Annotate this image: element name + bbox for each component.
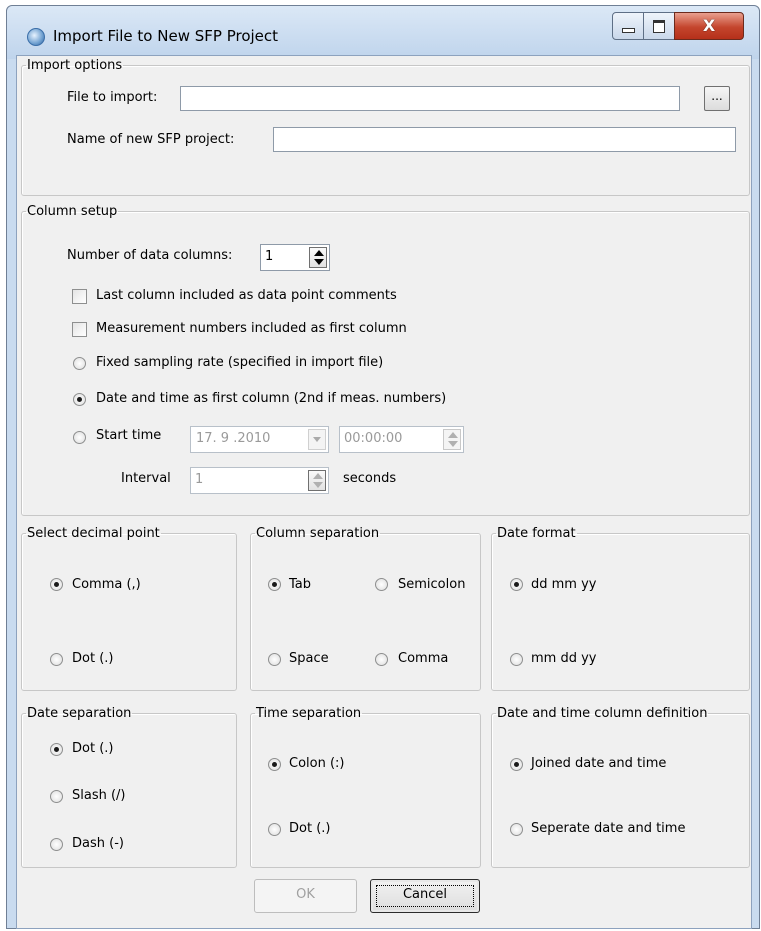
column-setup-legend: Column setup (27, 204, 118, 219)
date-time-first-label: Date and time as first column (2nd if me… (96, 391, 447, 406)
num-columns-value: 1 (265, 249, 274, 264)
date-sep-dash-label: Dash (-) (72, 836, 124, 851)
fixed-rate-radio[interactable] (73, 357, 86, 370)
joined-date-time-radio[interactable] (510, 758, 523, 771)
date-format-ddmmyy-radio[interactable] (510, 578, 523, 591)
date-format-mmddyy-label: mm dd yy (531, 651, 597, 666)
separator-semicolon-label: Semicolon (398, 577, 466, 592)
decimal-comma-radio[interactable] (50, 578, 63, 591)
import-options-legend: Import options (27, 58, 123, 73)
browse-button[interactable]: ... (704, 86, 730, 111)
start-time-value: 00:00:00 (344, 431, 403, 446)
date-format-legend: Date format (497, 526, 576, 541)
date-time-first-radio[interactable] (73, 393, 86, 406)
ok-button-label: OK (296, 887, 315, 902)
separate-date-time-label: Seperate date and time (531, 821, 686, 836)
time-separation-legend: Time separation (256, 706, 362, 721)
start-time-radio[interactable] (73, 431, 86, 444)
date-time-column-group: Date and time column definition (491, 706, 750, 868)
minimize-button[interactable] (612, 12, 644, 40)
date-format-mmddyy-radio[interactable] (510, 653, 523, 666)
cancel-button-label: Cancel (402, 887, 448, 902)
fixed-rate-label: Fixed sampling rate (specified in import… (96, 355, 384, 370)
separator-comma-radio[interactable] (375, 653, 388, 666)
decimal-point-legend: Select decimal point (27, 526, 160, 541)
num-columns-spinner[interactable]: 1 (260, 244, 330, 271)
decimal-dot-label: Dot (.) (72, 651, 114, 666)
chevron-down-icon[interactable] (308, 429, 326, 450)
file-to-import-input[interactable] (180, 86, 680, 111)
time-sep-colon-radio[interactable] (268, 758, 281, 771)
spinner-arrows-icon[interactable] (309, 247, 327, 268)
separator-space-radio[interactable] (268, 653, 281, 666)
interval-label: Interval (121, 471, 171, 486)
time-sep-dot-radio[interactable] (268, 823, 281, 836)
decimal-point-group: Select decimal point (21, 526, 237, 691)
separator-space-label: Space (289, 651, 329, 666)
start-date-picker[interactable]: 17. 9 .2010 (190, 426, 329, 453)
separate-date-time-radio[interactable] (510, 823, 523, 836)
date-time-column-legend: Date and time column definition (497, 706, 708, 721)
app-globe-icon (27, 28, 45, 46)
window-title: Import File to New SFP Project (53, 27, 279, 45)
time-sep-colon-label: Colon (:) (289, 756, 345, 771)
maximize-button[interactable] (643, 12, 675, 40)
separator-comma-label: Comma (398, 651, 449, 666)
interval-value: 1 (195, 472, 204, 487)
maximize-icon (653, 19, 665, 33)
time-separation-group: Time separation (250, 706, 481, 868)
last-column-comments-label: Last column included as data point comme… (96, 288, 397, 303)
date-format-group: Date format (491, 526, 750, 691)
ok-button[interactable]: OK (254, 879, 357, 913)
separator-tab-radio[interactable] (268, 578, 281, 591)
column-separation-group: Column separation (250, 526, 481, 691)
start-time-spinner[interactable]: 00:00:00 (339, 426, 464, 453)
project-name-label: Name of new SFP project: (67, 132, 235, 147)
close-button[interactable]: X (674, 12, 744, 40)
decimal-comma-label: Comma (,) (72, 577, 141, 592)
date-separation-legend: Date separation (27, 706, 132, 721)
measurement-numbers-checkbox[interactable] (72, 322, 87, 337)
date-sep-dot-radio[interactable] (50, 743, 63, 756)
time-spinner-arrows-icon[interactable] (443, 429, 461, 450)
date-sep-slash-radio[interactable] (50, 790, 63, 803)
column-separation-legend: Column separation (256, 526, 380, 541)
measurement-numbers-label: Measurement numbers included as first co… (96, 321, 407, 336)
separator-tab-label: Tab (289, 577, 312, 592)
interval-arrows-icon[interactable] (308, 470, 326, 491)
last-column-comments-checkbox[interactable] (72, 289, 87, 304)
joined-date-time-label: Joined date and time (531, 756, 667, 771)
decimal-dot-radio[interactable] (50, 653, 63, 666)
minimize-icon (621, 28, 635, 33)
cancel-button[interactable]: Cancel (370, 879, 480, 913)
time-sep-dot-label: Dot (.) (289, 821, 331, 836)
separator-semicolon-radio[interactable] (375, 578, 388, 591)
interval-unit-label: seconds (343, 471, 397, 486)
close-icon: X (702, 16, 716, 35)
title-bar[interactable]: Import File to New SFP Project X (7, 6, 759, 59)
date-sep-dot-label: Dot (.) (72, 741, 114, 756)
date-format-ddmmyy-label: dd mm yy (531, 577, 597, 592)
project-name-input[interactable] (273, 127, 736, 152)
num-columns-label: Number of data columns: (67, 248, 233, 263)
interval-spinner[interactable]: 1 (190, 467, 329, 494)
start-time-label: Start time (96, 428, 162, 443)
date-sep-dash-radio[interactable] (50, 838, 63, 851)
date-sep-slash-label: Slash (/) (72, 788, 126, 803)
file-to-import-label: File to import: (67, 90, 158, 105)
start-date-value: 17. 9 .2010 (196, 431, 271, 446)
